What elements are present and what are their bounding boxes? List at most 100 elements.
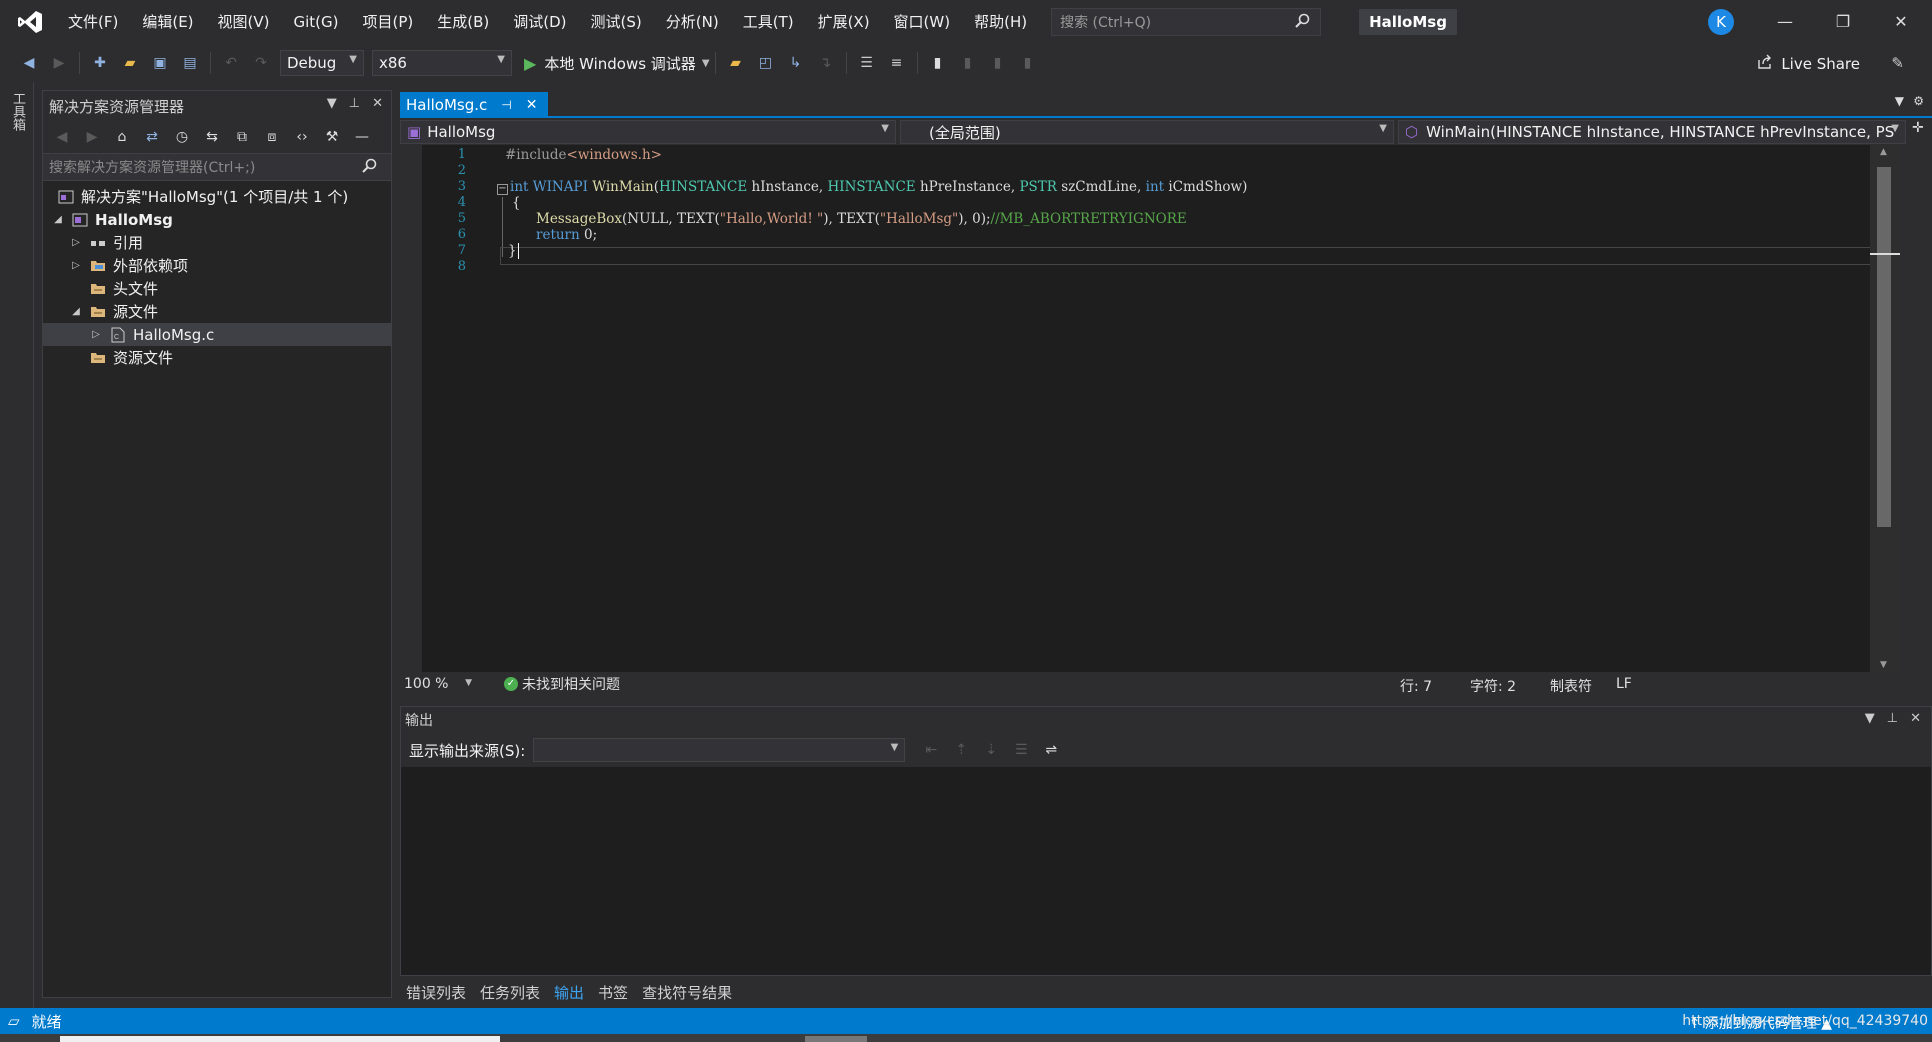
open-file-icon[interactable]: ▰ [118,51,142,75]
save-all-icon[interactable]: ▤ [178,51,202,75]
configuration-select[interactable]: Debug ▼ [280,50,364,76]
issues-indicator[interactable]: ✓ 未找到相关问题 [504,674,620,694]
menu-file[interactable]: 文件(F) [56,0,130,44]
account-avatar[interactable]: K [1708,9,1734,35]
show-all-files-icon[interactable]: ⧈ [260,125,284,149]
menu-tools[interactable]: 工具(T) [731,0,806,44]
switch-views-icon[interactable]: ⇄ [140,125,164,149]
project-nav-select[interactable]: ▣ HalloMsg ▼ [400,120,896,144]
start-debugging-button[interactable]: ▶ 本地 Windows 调试器 ▼ [524,53,710,74]
tree-item-hallomsg-c[interactable]: ▷ C HalloMsg.c [43,323,391,346]
clear-bookmarks-icon[interactable]: ▮ [1016,51,1040,75]
minimize-button[interactable]: — [1756,0,1814,44]
undo-icon[interactable]: ↶ [219,51,243,75]
gear-icon[interactable]: ⚙ [1913,94,1924,108]
editor-vertical-scrollbar[interactable]: ▲ ▼ [1870,145,1900,672]
previous-bookmark-icon[interactable]: ▮ [956,51,980,75]
tab-error-list[interactable]: 错误列表 [406,982,466,1003]
collapsed-arrow-icon[interactable]: ▷ [69,237,83,248]
view-code-icon[interactable]: ‹› [290,125,314,149]
platform-select[interactable]: x86 ▼ [372,50,512,76]
line-indicator[interactable]: 行: 7 [1400,676,1432,696]
tab-find-symbol-results[interactable]: 查找符号结果 [642,982,732,1003]
open-folder-icon[interactable]: ▰ [724,51,748,75]
window-menu-icon[interactable]: ▼ [1865,711,1875,726]
expanded-arrow-icon[interactable]: ◢ [51,214,65,225]
output-source-select[interactable]: ▼ [533,738,906,762]
step-into-icon[interactable]: ↳ [784,51,808,75]
tree-item-references[interactable]: ▷ 引用 [43,231,391,254]
tab-list-dropdown-icon[interactable]: ▼ [1895,94,1904,108]
close-icon[interactable]: ✕ [1910,711,1921,726]
find-message-icon[interactable]: ⇤ [919,738,943,762]
close-icon[interactable]: ✕ [526,97,538,113]
menu-help[interactable]: 帮助(H) [962,0,1039,44]
tree-item-external-deps[interactable]: ▷ 外部依赖项 [43,254,391,277]
pin-icon[interactable]: ⊥ [1887,711,1898,726]
output-text-area[interactable] [401,767,1931,975]
feedback-icon[interactable]: ✎ [1891,54,1904,72]
solution-search-input[interactable]: 搜索解决方案资源管理器(Ctrl+;) [43,153,391,181]
tree-item-resource-files[interactable]: 资源文件 [43,346,391,369]
next-message-icon[interactable]: ⇣ [979,738,1003,762]
home-icon[interactable]: ⌂ [110,125,134,149]
uncomment-lines-icon[interactable]: ≡ [885,51,909,75]
pin-icon[interactable]: ⊥ [349,96,360,111]
new-project-icon[interactable]: ✚ [88,51,112,75]
menu-test[interactable]: 测试(S) [579,0,654,44]
toolbox-tab[interactable]: 工具箱 [8,92,27,131]
live-share-button[interactable]: Live Share [1757,54,1860,74]
menu-debug[interactable]: 调试(D) [501,0,578,44]
scroll-up-icon[interactable]: ▲ [1880,147,1887,157]
tree-item-project[interactable]: ◢ HalloMsg [43,208,391,231]
browser-link-icon[interactable]: ◰ [754,51,778,75]
bookmark-icon[interactable]: ▮ [926,51,950,75]
toggle-word-wrap-icon[interactable]: ⇌ [1039,738,1063,762]
scroll-down-icon[interactable]: ▼ [1880,660,1887,670]
properties-icon[interactable]: ⚒ [320,125,344,149]
menu-window[interactable]: 窗口(W) [882,0,963,44]
menu-analyze[interactable]: 分析(N) [654,0,731,44]
member-nav-select[interactable]: ⬡ WinMain(HINSTANCE hInstance, HINSTANCE… [1398,120,1906,144]
split-window-icon[interactable]: ✛ [1912,120,1924,144]
window-menu-icon[interactable]: ▼ [327,96,337,111]
forward-icon[interactable]: ▶ [80,125,104,149]
output-window-icon[interactable]: ▱ [8,1012,20,1030]
char-indicator[interactable]: 字符: 2 [1470,676,1516,696]
step-over-icon[interactable]: ↴ [814,51,838,75]
menu-build[interactable]: 生成(B) [425,0,501,44]
close-icon[interactable]: ✕ [372,96,383,111]
save-icon[interactable]: ▣ [148,51,172,75]
comment-lines-icon[interactable]: ☰ [855,51,879,75]
clear-all-icon[interactable]: ☰ [1009,738,1033,762]
back-icon[interactable]: ◀ [50,125,74,149]
menu-edit[interactable]: 编辑(E) [130,0,205,44]
indent-indicator[interactable]: 制表符 [1550,676,1592,696]
restore-button[interactable]: ❐ [1814,0,1872,44]
tree-item-solution[interactable]: 解决方案"HalloMsg"(1 个项目/共 1 个) [43,185,391,208]
next-bookmark-icon[interactable]: ▮ [986,51,1010,75]
search-input[interactable]: 搜索 (Ctrl+Q) [1051,8,1322,36]
sync-icon[interactable]: ⇆ [200,125,224,149]
tree-item-source-files[interactable]: ◢ 源文件 [43,300,391,323]
navigate-back-icon[interactable]: ◀ [17,51,41,75]
collapsed-arrow-icon[interactable]: ▷ [89,329,103,340]
tab-output[interactable]: 输出 [554,982,584,1003]
close-window-button[interactable]: ✕ [1872,0,1930,44]
zoom-select[interactable]: 100 % ▼ [404,676,474,692]
collapsed-arrow-icon[interactable]: ▷ [69,260,83,271]
tab-bookmarks[interactable]: 书签 [598,982,628,1003]
collapse-all-icon[interactable]: ⧉ [230,125,254,149]
menu-extensions[interactable]: 扩展(X) [806,0,882,44]
minus-icon[interactable]: — [350,125,374,149]
scrollbar-thumb[interactable] [1877,167,1891,527]
pin-icon[interactable]: ⊣ [501,98,511,112]
redo-icon[interactable]: ↷ [249,51,273,75]
tab-task-list[interactable]: 任务列表 [480,982,540,1003]
pending-changes-icon[interactable]: ◷ [170,125,194,149]
eol-indicator[interactable]: LF [1616,676,1632,692]
tree-item-header-files[interactable]: 头文件 [43,277,391,300]
collapse-region-icon[interactable]: − [497,184,508,195]
navigate-forward-icon[interactable]: ▶ [47,51,71,75]
menu-git[interactable]: Git(G) [282,0,351,44]
